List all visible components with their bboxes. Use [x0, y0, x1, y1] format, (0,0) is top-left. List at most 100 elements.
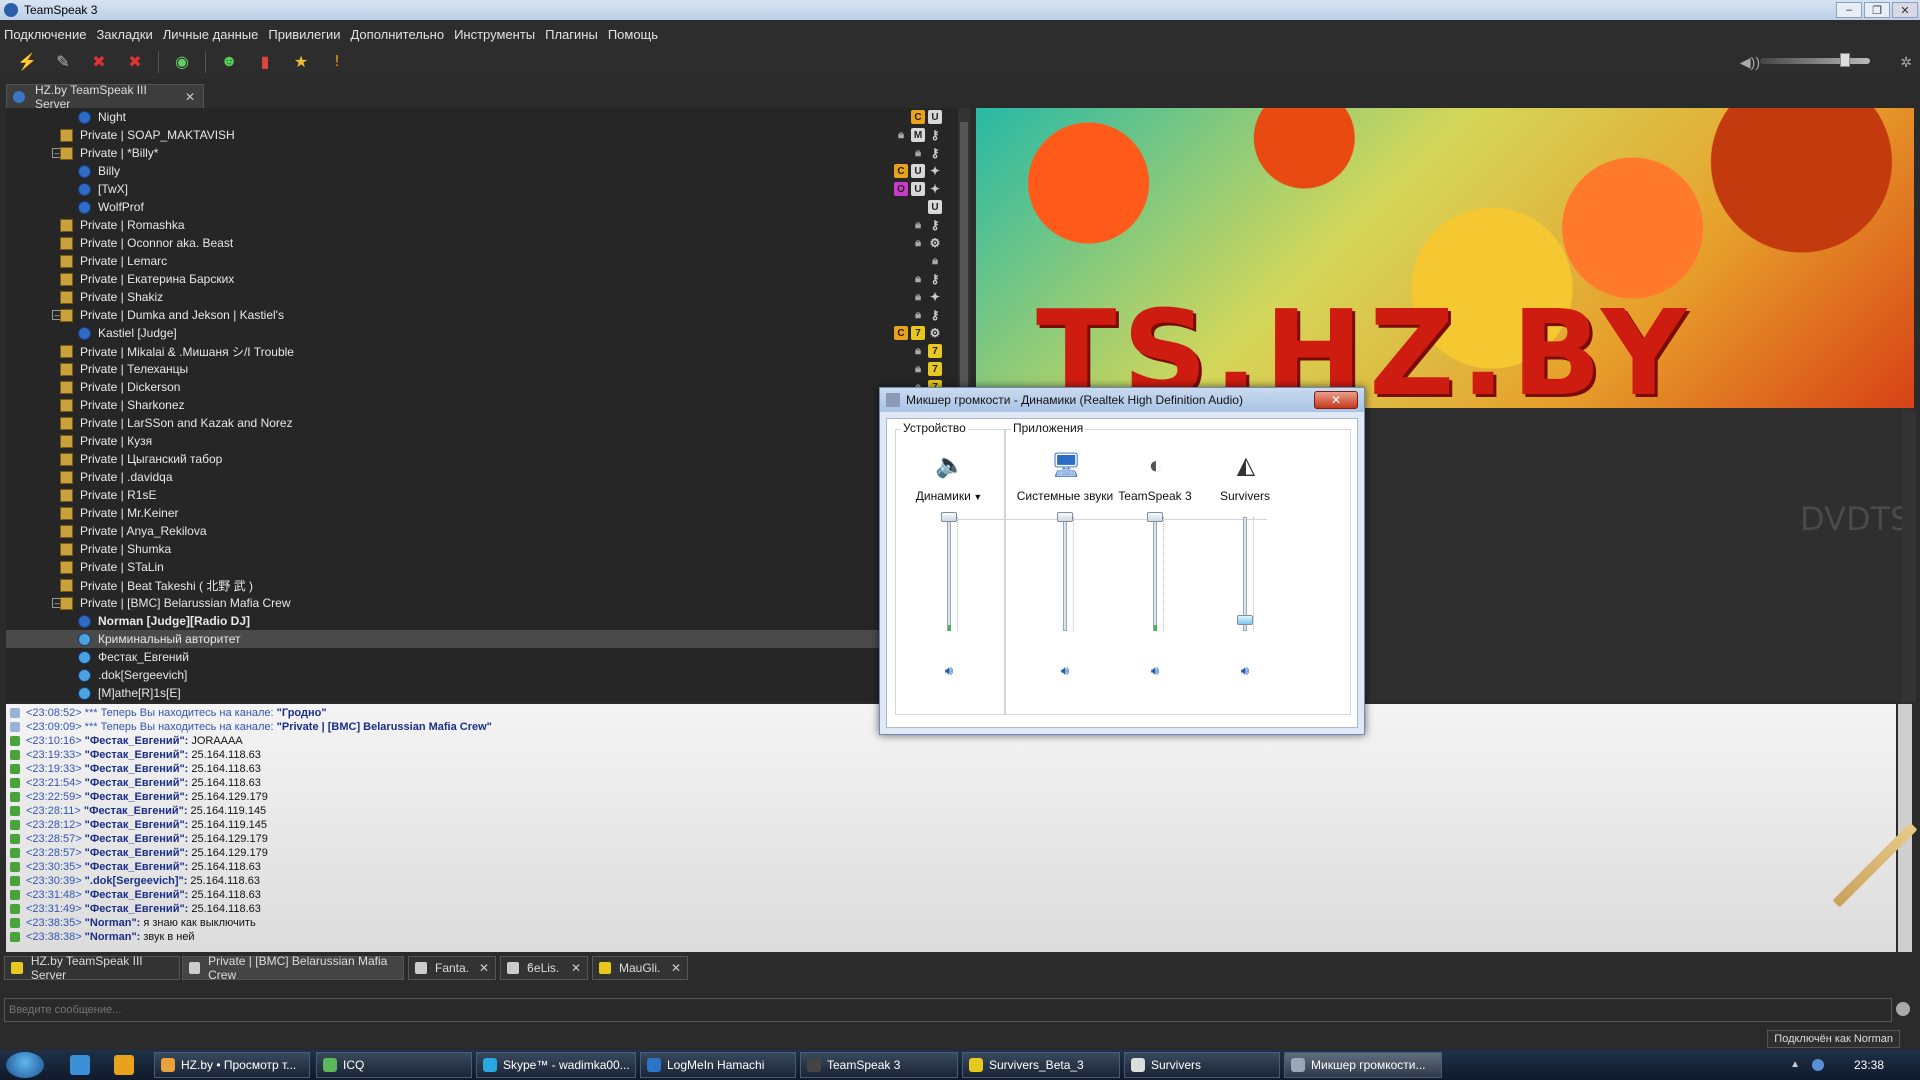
- master-volume-slider[interactable]: [1760, 58, 1870, 64]
- close-icon[interactable]: ✕: [479, 961, 489, 975]
- chat-channel-link[interactable]: "Гродно": [277, 707, 327, 719]
- taskbar-button[interactable]: TeamSpeak 3: [800, 1052, 958, 1078]
- taskbar-button[interactable]: HZ.by • Просмотр т...: [154, 1052, 310, 1078]
- channel-item[interactable]: – Private | [BMC] Belarussian Mafia Crew: [6, 594, 950, 612]
- menu-self[interactable]: Личные данные: [163, 27, 259, 42]
- taskbar-button[interactable]: Skype™ - wadimka00...: [476, 1052, 636, 1078]
- menu-help[interactable]: Помощь: [608, 27, 658, 42]
- client-item[interactable]: [TwX] O U ✦: [6, 180, 950, 198]
- client-item[interactable]: Norman [Judge][Radio DJ]CM7: [6, 612, 950, 630]
- chat-tab-private[interactable]: Fanta. ✕: [408, 956, 496, 980]
- chat-nickname[interactable]: "Фестак_Евгений":: [85, 903, 189, 915]
- server-tab[interactable]: HZ.by TeamSpeak III Server ✕: [6, 83, 204, 111]
- mixer-close-button[interactable]: ✕: [1314, 391, 1358, 409]
- volume-slider-thumb[interactable]: [941, 512, 957, 522]
- channel-item[interactable]: Private | .davidqa: [6, 468, 950, 486]
- channel-item[interactable]: Private | Oconnor aka. Beast 🔒︎ ⚙: [6, 234, 950, 252]
- volume-slider-track[interactable]: [947, 517, 951, 631]
- menu-tools[interactable]: Инструменты: [454, 27, 535, 42]
- close-icon[interactable]: ✕: [671, 961, 681, 975]
- mute-speaker-icon[interactable]: 🔊︎: [1235, 663, 1255, 679]
- client-item[interactable]: WolfProf U: [6, 198, 950, 216]
- chat-nickname[interactable]: "Фестак_Евгений":: [85, 735, 189, 747]
- volume-slider-track[interactable]: [1153, 517, 1157, 631]
- client-item[interactable]: Night C U: [6, 108, 950, 126]
- volume-slider-track[interactable]: [1243, 517, 1247, 631]
- chat-tab-channel[interactable]: Private | [BMC] Belarussian Mafia Crew: [182, 954, 404, 982]
- mute-microphone-icon[interactable]: ✖: [86, 50, 112, 74]
- device-select[interactable]: Динамики ▼: [899, 489, 999, 503]
- network-tray-icon[interactable]: [1812, 1059, 1824, 1071]
- channel-item[interactable]: Private | SOAP_MAKTAVISH 🔒︎ M ⚷: [6, 126, 950, 144]
- volume-slider-thumb[interactable]: [1237, 615, 1253, 625]
- chat-nickname[interactable]: "Фестак_Евгений":: [85, 819, 189, 831]
- chat-nickname[interactable]: "Фестак_Евгений":: [85, 749, 189, 761]
- away-icon[interactable]: ☻: [216, 50, 242, 74]
- taskbar-button[interactable]: LogMeIn Hamachi: [640, 1052, 796, 1078]
- capture-icon[interactable]: ◉: [169, 50, 195, 74]
- mute-speaker-icon[interactable]: 🔊︎: [939, 663, 959, 679]
- mute-speaker-icon[interactable]: 🔊︎: [1055, 663, 1075, 679]
- chat-nickname[interactable]: "Фестак_Евгений":: [85, 889, 189, 901]
- taskbar-button[interactable]: Микшер громкости...: [1284, 1052, 1442, 1078]
- channel-item[interactable]: Private | Sharkonez: [6, 396, 950, 414]
- taskbar-button[interactable]: Survivers: [1124, 1052, 1280, 1078]
- channel-item[interactable]: Private | R1sE: [6, 486, 950, 504]
- client-item[interactable]: Kastiel [Judge] C 7 ⚙: [6, 324, 950, 342]
- chat-nickname[interactable]: "Фестак_Евгений":: [85, 763, 189, 775]
- menu-bookmarks[interactable]: Закладки: [96, 27, 152, 42]
- info-scrollbar[interactable]: [1902, 410, 1916, 702]
- mute-speakers-icon[interactable]: ✖: [122, 50, 148, 74]
- close-button[interactable]: ✕: [1892, 2, 1918, 18]
- start-button[interactable]: [6, 1052, 44, 1078]
- client-item[interactable]: Фестак_Евгений: [6, 648, 950, 666]
- channel-item[interactable]: Private | STaLin: [6, 558, 950, 576]
- channel-item[interactable]: Private | Dickerson🔒︎7: [6, 378, 950, 396]
- channel-item[interactable]: Private | Shakiz 🔒︎ ✦: [6, 288, 950, 306]
- channel-item[interactable]: Private | Mr.Keiner: [6, 504, 950, 522]
- emoticon-icon[interactable]: [1896, 1002, 1910, 1016]
- client-item[interactable]: .dok[Sergeevich]: [6, 666, 950, 684]
- chat-channel-link[interactable]: "Private | [BMC] Belarussian Mafia Crew": [277, 721, 492, 733]
- chat-tab-server[interactable]: HZ.by TeamSpeak III Server: [4, 954, 180, 982]
- channel-item[interactable]: Private | Lemarc 🔒︎: [6, 252, 950, 270]
- menu-extras[interactable]: Дополнительно: [350, 27, 444, 42]
- chat-nickname[interactable]: "Фестак_Евгений":: [85, 833, 189, 845]
- chat-nickname[interactable]: "Фестак_Евгений":: [85, 861, 189, 873]
- client-item[interactable]: [M]athe[R]1s[E]: [6, 684, 950, 702]
- chat-tab-private[interactable]: MauGli. ✕: [592, 956, 688, 980]
- mute-speaker-icon[interactable]: 🔊︎: [1145, 663, 1165, 679]
- avatar-icon[interactable]: ★: [288, 50, 314, 74]
- chat-nickname[interactable]: "Фестак_Евгений":: [85, 777, 189, 789]
- maximize-button[interactable]: ❐: [1864, 2, 1890, 18]
- message-input[interactable]: [4, 998, 1892, 1022]
- chevron-down-icon[interactable]: ▼: [971, 492, 982, 502]
- channel-item[interactable]: – Private | Dumka and Jekson | Kastiel's 🔒…: [6, 306, 950, 324]
- channel-item[interactable]: – Private | *Billy* 🔒︎ ⚷: [6, 144, 950, 162]
- menu-permissions[interactable]: Привилегии: [268, 27, 340, 42]
- media-player-icon[interactable]: [114, 1055, 134, 1075]
- taskbar-button[interactable]: ICQ: [316, 1052, 472, 1078]
- channel-item[interactable]: Private | Цыганский табор: [6, 450, 950, 468]
- channel-item[interactable]: Private | Екатерина Барских 🔒︎ ⚷: [6, 270, 950, 288]
- chat-nickname[interactable]: ".dok[Sergeevich]":: [85, 875, 188, 887]
- master-volume-thumb[interactable]: [1840, 53, 1850, 67]
- volume-slider-thumb[interactable]: [1057, 512, 1073, 522]
- chat-nickname[interactable]: "Norman":: [85, 917, 141, 929]
- close-icon[interactable]: ✕: [571, 961, 581, 975]
- speaker-device-icon[interactable]: 🔈: [935, 451, 965, 481]
- channel-item[interactable]: Private | LarSSon and Kazak and Norez: [6, 414, 950, 432]
- client-item[interactable]: Billy C U ✦: [6, 162, 950, 180]
- record-icon[interactable]: ▮: [252, 50, 278, 74]
- chat-nickname[interactable]: "Фестак_Евгений":: [84, 805, 188, 817]
- menu-connections[interactable]: Подключение: [4, 27, 86, 42]
- chat-nickname[interactable]: "Norman":: [85, 931, 141, 943]
- channel-item[interactable]: Private | Shumka: [6, 540, 950, 558]
- channel-item[interactable]: Private | Beat Takeshi ( 北野 武 ): [6, 576, 950, 594]
- connect-icon[interactable]: ⚡: [14, 50, 40, 74]
- chat-tab-private[interactable]: ϐeLis. ✕: [500, 956, 588, 980]
- channel-item[interactable]: Private | Anya_Rekilova: [6, 522, 950, 540]
- channel-item[interactable]: Private | Romashka 🔒︎ ⚷: [6, 216, 950, 234]
- close-icon[interactable]: ✕: [185, 90, 195, 104]
- minimize-button[interactable]: –: [1836, 2, 1862, 18]
